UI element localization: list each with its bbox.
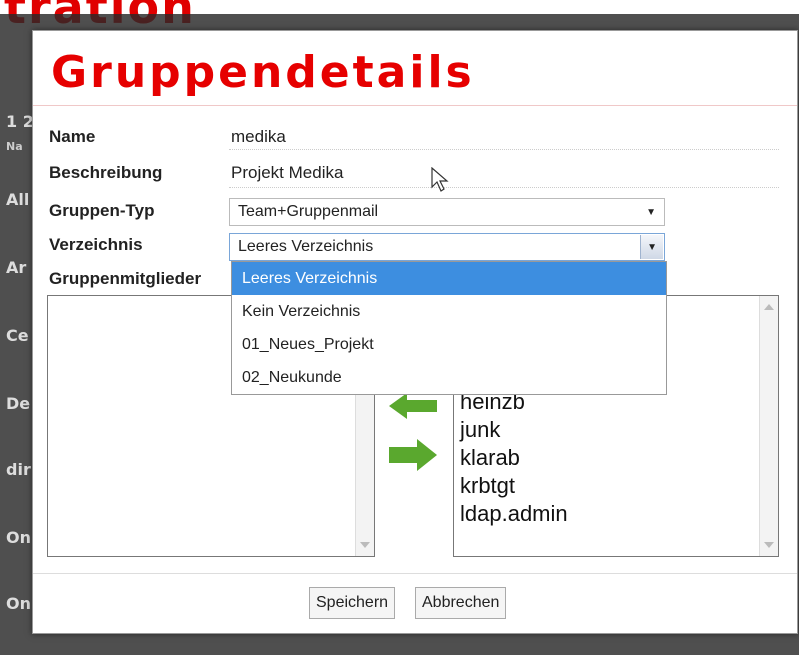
directory-selected-value: Leeres Verzeichnis bbox=[238, 238, 374, 255]
dropdown-option[interactable]: 02_Neukunde bbox=[232, 361, 666, 394]
chevron-down-icon: ▼ bbox=[646, 207, 656, 218]
scroll-down-icon[interactable] bbox=[360, 542, 370, 548]
available-users: heinzb junk klarab krbtgt ldap.admin bbox=[460, 388, 568, 528]
list-item[interactable]: krbtgt bbox=[460, 472, 568, 500]
dialog-title: Gruppendetails bbox=[51, 47, 475, 98]
cancel-button[interactable]: Abbrechen bbox=[415, 587, 507, 619]
background-fragment: All bbox=[6, 190, 30, 209]
list-item[interactable]: junk bbox=[460, 416, 568, 444]
directory-label: Verzeichnis bbox=[49, 235, 143, 254]
background-fragment: Ce bbox=[6, 326, 29, 345]
group-type-label: Gruppen-Typ bbox=[49, 201, 155, 220]
dropdown-option[interactable]: Kein Verzeichnis bbox=[232, 295, 666, 328]
chevron-down-icon: ▼ bbox=[647, 242, 657, 253]
scrollbar[interactable] bbox=[759, 296, 778, 556]
divider bbox=[229, 187, 779, 188]
scroll-down-icon[interactable] bbox=[764, 542, 774, 548]
title-divider bbox=[33, 105, 797, 106]
dropdown-option[interactable]: 01_Neues_Projekt bbox=[232, 328, 666, 361]
list-item[interactable]: klarab bbox=[460, 444, 568, 472]
background-fragment: On bbox=[6, 594, 31, 613]
group-type-select[interactable]: Team+Gruppenmail ▼ bbox=[229, 198, 665, 226]
name-label: Name bbox=[49, 127, 96, 146]
remove-member-arrow-icon[interactable] bbox=[387, 391, 439, 421]
members-label: Gruppenmitglieder bbox=[49, 269, 202, 288]
description-label: Beschreibung bbox=[49, 163, 163, 182]
footer-divider bbox=[33, 573, 797, 574]
group-type-selected-value: Team+Gruppenmail bbox=[238, 203, 379, 220]
list-item[interactable]: ldap.admin bbox=[460, 500, 568, 528]
background-fragment: 1 2 bbox=[6, 112, 34, 131]
background-fragment: Ar bbox=[6, 258, 27, 277]
dropdown-option[interactable]: Leeres Verzeichnis bbox=[232, 262, 666, 295]
background-fragment: De bbox=[6, 394, 31, 413]
mouse-cursor-icon bbox=[431, 167, 449, 192]
background-fragment: Na bbox=[6, 140, 23, 153]
divider bbox=[229, 149, 779, 150]
background-fragment: dir bbox=[6, 460, 31, 479]
directory-select[interactable]: Leeres Verzeichnis ▼ bbox=[229, 233, 665, 261]
directory-dropdown-list: Leeres Verzeichnis Kein Verzeichnis 01_N… bbox=[231, 261, 667, 395]
description-value: Projekt Medika bbox=[231, 163, 344, 182]
dropdown-toggle-button[interactable]: ▼ bbox=[640, 235, 663, 259]
scroll-up-icon[interactable] bbox=[764, 304, 774, 310]
add-member-arrow-icon[interactable] bbox=[387, 437, 439, 473]
background-fragment: On bbox=[6, 528, 31, 547]
name-value: medika bbox=[231, 127, 286, 146]
save-button[interactable]: Speichern bbox=[309, 587, 396, 619]
group-details-dialog: Gruppendetails Name medika Beschreibung … bbox=[32, 30, 798, 634]
